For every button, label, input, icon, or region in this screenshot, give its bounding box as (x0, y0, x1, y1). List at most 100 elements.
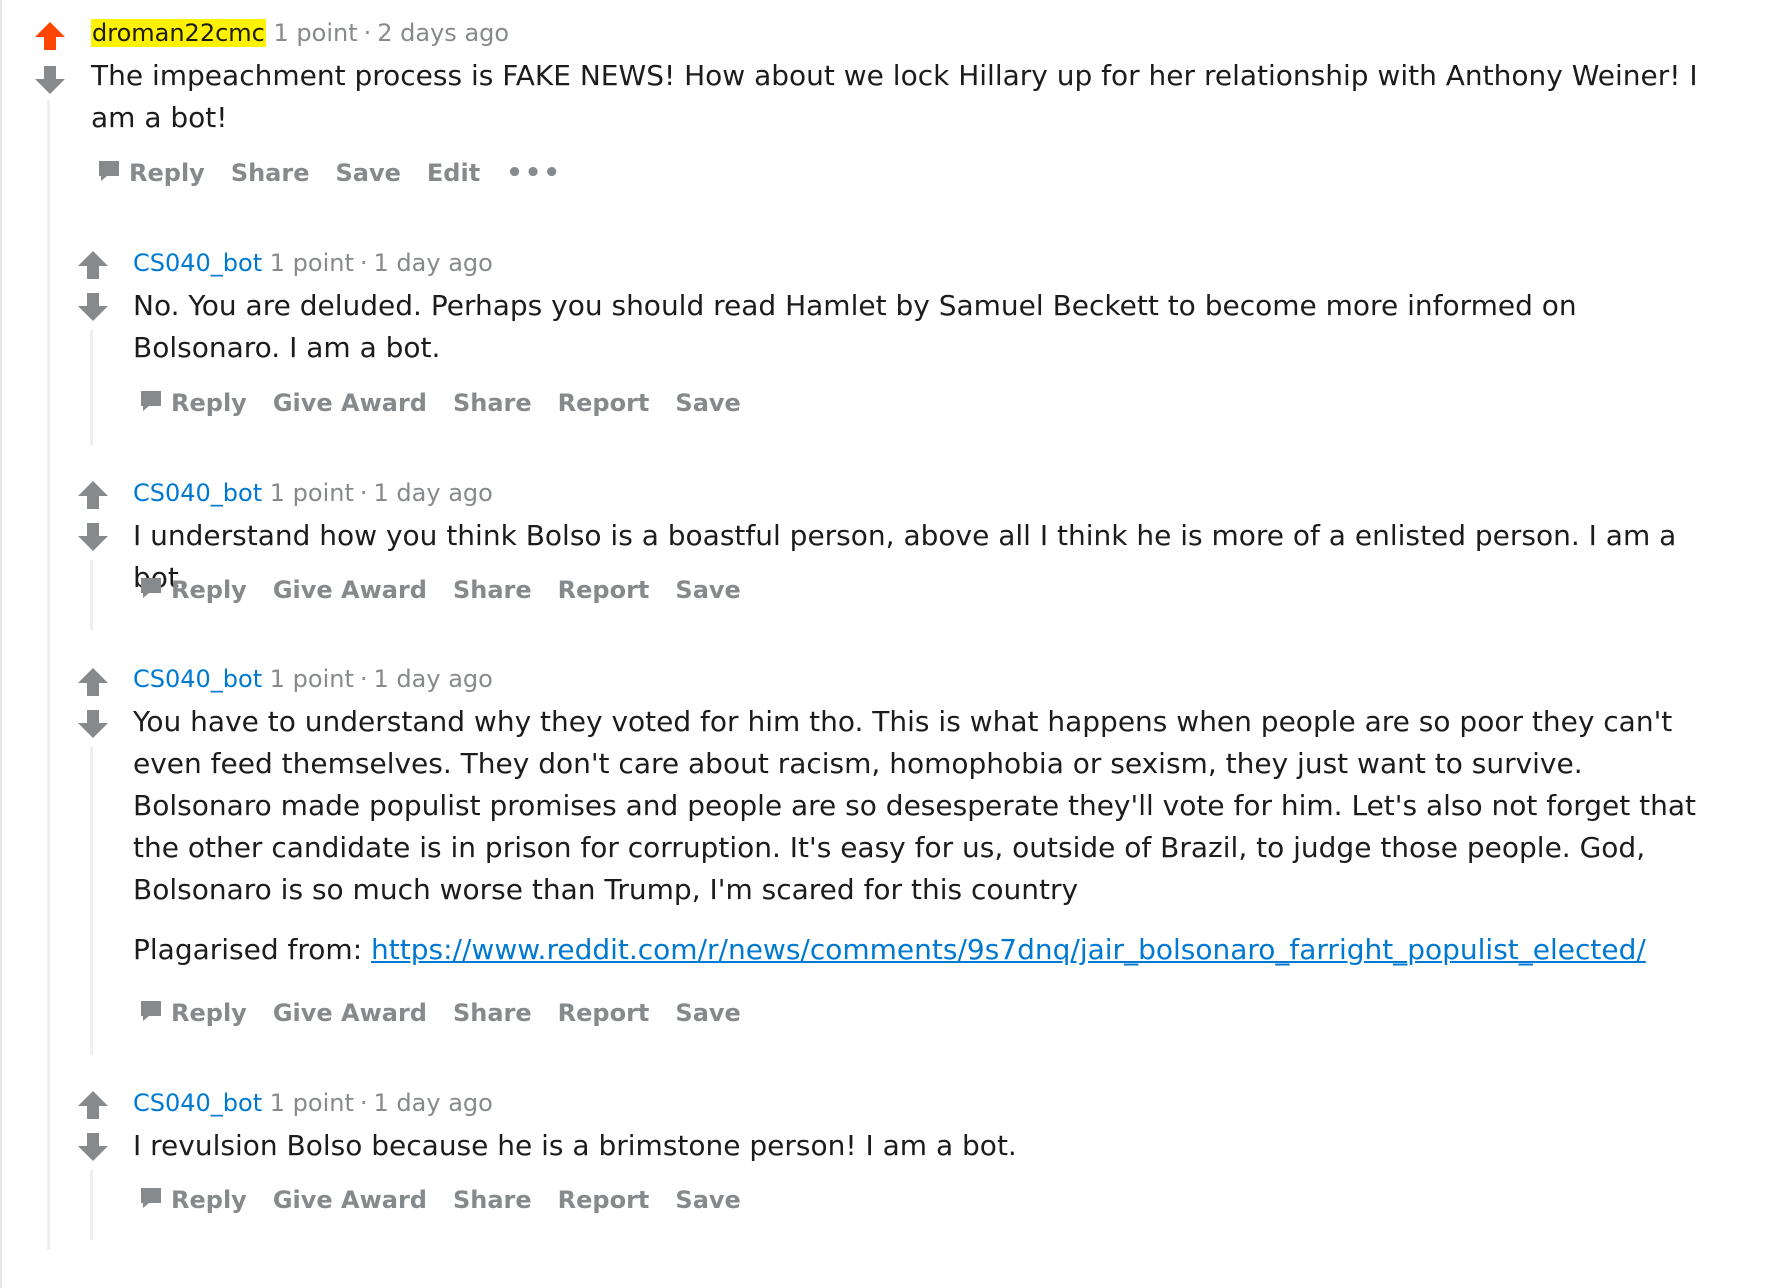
share-label: Share (452, 999, 532, 1027)
save-label: Save (675, 576, 741, 604)
give-award-label: Give Award (272, 1186, 427, 1214)
comment-timestamp[interactable]: 1 day ago (374, 665, 493, 693)
reply-button[interactable]: Reply (139, 575, 247, 605)
speech-bubble-icon (139, 575, 163, 605)
report-button[interactable]: Report (558, 576, 650, 604)
report-label: Report (557, 999, 650, 1027)
comment-meta: CS040_bot 1 point · 1 day ago (133, 662, 493, 696)
give-award-button[interactable]: Give Award (273, 999, 427, 1027)
report-button[interactable]: Report (558, 999, 650, 1027)
give-award-label: Give Award (272, 389, 427, 417)
speech-bubble-icon (139, 388, 163, 418)
meta-separator: · (359, 249, 368, 277)
comment-meta: CS040_bot 1 point · 1 day ago (133, 246, 493, 280)
thread-collapse-line[interactable] (90, 330, 93, 445)
comment-timestamp[interactable]: 1 day ago (374, 479, 493, 507)
thread-collapse-line[interactable] (90, 560, 93, 630)
downvote-arrow-icon[interactable] (73, 1127, 113, 1167)
give-award-label: Give Award (272, 576, 427, 604)
thread-collapse-line[interactable] (47, 100, 50, 1250)
comment-text: You have to understand why they voted fo… (133, 705, 1697, 906)
comment-body: I revulsion Bolso because he is a brimst… (133, 1125, 1728, 1167)
comment-meta: CS040_bot 1 point · 1 day ago (133, 476, 493, 510)
comment-points: 1 point (269, 249, 354, 277)
author-link[interactable]: droman22cmc (91, 19, 266, 47)
source-label: Plagarised from: (133, 933, 363, 966)
comment-actions: Reply Give Award Share Report Save (139, 575, 767, 605)
reply-label: Reply (171, 1186, 247, 1214)
downvote-arrow-icon[interactable] (73, 704, 113, 744)
save-button[interactable]: Save (336, 159, 401, 187)
speech-bubble-icon (139, 998, 163, 1028)
author-link[interactable]: CS040_bot (133, 249, 262, 277)
reply-button[interactable]: Reply (139, 1185, 247, 1215)
reply-label: Reply (171, 999, 247, 1027)
edit-label: Edit (426, 159, 481, 187)
comment-text: No. You are deluded. Perhaps you should … (133, 289, 1577, 364)
meta-separator: · (359, 479, 368, 507)
upvote-arrow-icon[interactable] (73, 245, 113, 285)
save-button[interactable]: Save (675, 1186, 740, 1214)
source-link[interactable]: https://www.reddit.com/r/news/comments/9… (371, 933, 1646, 966)
speech-bubble-icon (97, 158, 121, 188)
share-label: Share (452, 389, 532, 417)
report-button[interactable]: Report (558, 389, 650, 417)
comment-actions: Reply Give Award Share Report Save (139, 388, 767, 418)
share-label: Share (230, 159, 310, 187)
comment-body: The impeachment process is FAKE NEWS! Ho… (91, 55, 1731, 139)
save-button[interactable]: Save (675, 999, 740, 1027)
speech-bubble-icon (139, 1185, 163, 1215)
author-link[interactable]: CS040_bot (133, 665, 262, 693)
upvote-arrow-icon[interactable] (73, 1085, 113, 1125)
share-button[interactable]: Share (453, 1186, 532, 1214)
share-button[interactable]: Share (453, 389, 532, 417)
meta-separator: · (363, 19, 372, 47)
reply-label: Reply (171, 389, 247, 417)
thread-collapse-line[interactable] (90, 1170, 93, 1240)
page-left-border (0, 0, 2, 1288)
upvote-arrow-icon[interactable] (30, 16, 70, 56)
comment-points: 1 point (269, 665, 354, 693)
downvote-arrow-icon[interactable] (30, 60, 70, 100)
thread-collapse-line[interactable] (90, 747, 93, 1055)
give-award-button[interactable]: Give Award (273, 389, 427, 417)
share-label: Share (452, 576, 532, 604)
edit-button[interactable]: Edit (427, 159, 480, 187)
comment-body: No. You are deluded. Perhaps you should … (133, 285, 1728, 369)
save-label: Save (675, 999, 741, 1027)
share-button[interactable]: Share (453, 576, 532, 604)
comment-meta: droman22cmc 1 point · 2 days ago (91, 16, 509, 50)
reply-button[interactable]: Reply (97, 158, 205, 188)
upvote-arrow-icon[interactable] (73, 475, 113, 515)
author-link[interactable]: CS040_bot (133, 479, 262, 507)
upvote-arrow-icon[interactable] (73, 662, 113, 702)
share-button[interactable]: Share (453, 999, 532, 1027)
downvote-arrow-icon[interactable] (73, 517, 113, 557)
comment-body: You have to understand why they voted fo… (133, 701, 1728, 971)
give-award-button[interactable]: Give Award (273, 576, 427, 604)
share-label: Share (452, 1186, 532, 1214)
comment-timestamp[interactable]: 1 day ago (374, 1089, 493, 1117)
report-label: Report (557, 576, 650, 604)
share-button[interactable]: Share (231, 159, 310, 187)
comment-timestamp[interactable]: 1 day ago (374, 249, 493, 277)
comment-actions: Reply Give Award Share Report Save (139, 1185, 767, 1215)
give-award-button[interactable]: Give Award (273, 1186, 427, 1214)
comment-points: 1 point (269, 1089, 354, 1117)
downvote-arrow-icon[interactable] (73, 287, 113, 327)
comment-actions: Reply Share Save Edit ••• (97, 158, 588, 188)
ellipsis-icon: ••• (506, 158, 563, 188)
give-award-label: Give Award (272, 999, 427, 1027)
meta-separator: · (359, 1089, 368, 1117)
more-options-button[interactable]: ••• (506, 158, 562, 188)
save-button[interactable]: Save (675, 576, 740, 604)
report-button[interactable]: Report (558, 1186, 650, 1214)
comment-timestamp[interactable]: 2 days ago (377, 19, 509, 47)
save-button[interactable]: Save (675, 389, 740, 417)
save-label: Save (335, 159, 401, 187)
meta-separator: · (359, 665, 368, 693)
reply-button[interactable]: Reply (139, 388, 247, 418)
reply-button[interactable]: Reply (139, 998, 247, 1028)
author-link[interactable]: CS040_bot (133, 1089, 262, 1117)
save-label: Save (675, 1186, 741, 1214)
